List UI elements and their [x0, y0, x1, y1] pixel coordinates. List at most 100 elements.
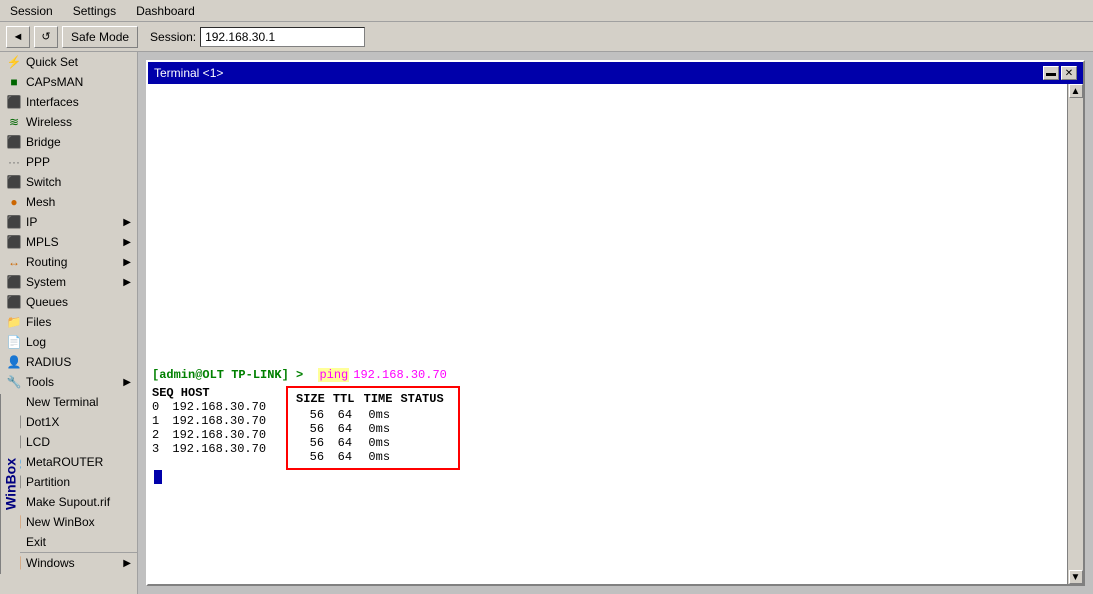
ping-host-0: 192.168.30.70 — [165, 400, 266, 414]
prompt-line: [admin@OLT TP-LINK] > ping 192.168.30.70 — [152, 368, 1063, 382]
ping-command: ping — [318, 368, 349, 382]
sidebar-item-windows[interactable]: 🪟 Windows ▶ — [0, 553, 137, 573]
sidebar-label-ppp: PPP — [26, 155, 50, 169]
ping-host-1: 192.168.30.70 — [165, 414, 266, 428]
sidebar-item-radius[interactable]: 👤 RADIUS — [0, 352, 137, 372]
stat-size-2: 56 — [296, 436, 324, 450]
terminal-body[interactable]: [admin@OLT TP-LINK] > ping 192.168.30.70… — [148, 84, 1067, 584]
ping-seq-header: SEQ HOST — [152, 386, 266, 400]
time-header: TIME — [362, 392, 392, 406]
radius-icon: 👤 — [6, 354, 22, 370]
sidebar-item-mesh[interactable]: ● Mesh — [0, 192, 137, 212]
sidebar-item-interfaces[interactable]: ⬛ Interfaces — [0, 92, 137, 112]
winbox-label: WinBox — [0, 394, 20, 574]
ping-stats-table: SIZE TTL TIME STATUS 56 64 0ms 56 64 0ms… — [286, 386, 460, 470]
sidebar-item-log[interactable]: 📄 Log — [0, 332, 137, 352]
log-icon: 📄 — [6, 334, 22, 350]
session-label: Session: — [150, 30, 196, 44]
windows-arrow: ▶ — [123, 558, 131, 569]
sidebar-item-files[interactable]: 📁 Files — [0, 312, 137, 332]
sidebar-label-wireless: Wireless — [26, 115, 72, 129]
sidebar-item-partition[interactable]: ⬛ Partition — [0, 472, 137, 492]
ping-seq-3: 3 — [152, 442, 159, 456]
scroll-down-button[interactable]: ▼ — [1069, 570, 1083, 584]
sidebar-item-lcd[interactable]: ⬛ LCD — [0, 432, 137, 452]
menu-dashboard[interactable]: Dashboard — [130, 2, 201, 20]
stats-row: 56 64 0ms — [296, 436, 450, 450]
stat-time-2: 0ms — [360, 436, 390, 450]
sidebar-item-routing[interactable]: ↔ Routing ▶ — [0, 252, 137, 272]
sidebar-item-ip[interactable]: ⬛ IP ▶ — [0, 212, 137, 232]
terminal-minimize-button[interactable]: ▬ — [1043, 66, 1059, 80]
sidebar-label-new-terminal: New Terminal — [26, 395, 98, 409]
sidebar-item-make-supout[interactable]: 📂 Make Supout.rif — [0, 492, 137, 512]
ping-seq-0: 0 — [152, 400, 159, 414]
sidebar-item-tools[interactable]: 🔧 Tools ▶ — [0, 372, 137, 392]
back-icon: ◄ — [13, 31, 24, 43]
ip-arrow: ▶ — [123, 217, 131, 228]
sidebar-item-new-winbox[interactable]: 🪟 New WinBox — [0, 512, 137, 532]
switch-icon: ⬛ — [6, 174, 22, 190]
sidebar-label-queues: Queues — [26, 295, 68, 309]
prompt-arrow-space — [307, 368, 314, 382]
sidebar-item-switch[interactable]: ⬛ Switch — [0, 172, 137, 192]
sidebar-item-queues[interactable]: ⬛ Queues — [0, 292, 137, 312]
ttl-header: TTL — [333, 392, 355, 406]
scroll-track[interactable] — [1068, 98, 1083, 570]
system-arrow: ▶ — [123, 277, 131, 288]
content-area: Terminal <1> ▬ ✕ [admin@OLT TP-LINK] > p… — [138, 52, 1093, 594]
terminal-close-button[interactable]: ✕ — [1061, 66, 1077, 80]
queues-icon: ⬛ — [6, 294, 22, 310]
sidebar-item-bridge[interactable]: ⬛ Bridge — [0, 132, 137, 152]
ping-table-area: SEQ HOST 0 192.168.30.701 192.168.30.702… — [152, 386, 1063, 470]
ping-stats-header: SIZE TTL TIME STATUS — [296, 392, 450, 406]
terminal-titlebar: Terminal <1> ▬ ✕ — [148, 62, 1083, 84]
toolbar: ◄ ↺ Safe Mode Session: — [0, 22, 1093, 52]
mesh-icon: ● — [6, 194, 22, 210]
menu-settings[interactable]: Settings — [67, 2, 122, 20]
safe-mode-button[interactable]: Safe Mode — [62, 26, 138, 48]
sidebar-label-partition: Partition — [26, 475, 70, 489]
ping-data-row: 0 192.168.30.70 — [152, 400, 266, 414]
main-layout: ⚡ Quick Set ■ CAPsMAN ⬛ Interfaces ≋ Wir… — [0, 52, 1093, 594]
sidebar-label-log: Log — [26, 335, 46, 349]
sidebar-item-dot1x[interactable]: ⬛ Dot1X — [0, 412, 137, 432]
refresh-button[interactable]: ↺ — [34, 26, 58, 48]
capsman-icon: ■ — [6, 74, 22, 90]
sidebar-item-metarouter[interactable]: 👥 MetaROUTER — [0, 452, 137, 472]
sidebar-item-ppp[interactable]: ··· PPP — [0, 152, 137, 172]
minimize-icon: ▬ — [1046, 68, 1056, 79]
scroll-up-button[interactable]: ▲ — [1069, 84, 1083, 98]
sidebar-item-mpls[interactable]: ⬛ MPLS ▶ — [0, 232, 137, 252]
sidebar-item-new-terminal[interactable]: ▶ New Terminal — [0, 392, 137, 412]
sidebar-label-radius: RADIUS — [26, 355, 71, 369]
wireless-icon: ≋ — [6, 114, 22, 130]
menu-session[interactable]: Session — [4, 2, 59, 20]
sidebar-label-tools: Tools — [26, 375, 54, 389]
ping-data-row: 3 192.168.30.70 — [152, 442, 266, 456]
sidebar-item-wireless[interactable]: ≋ Wireless — [0, 112, 137, 132]
sidebar-item-exit[interactable]: ✖ Exit — [0, 532, 137, 552]
sidebar-label-metarouter: MetaROUTER — [26, 455, 103, 469]
sidebar-item-capsman[interactable]: ■ CAPsMAN — [0, 72, 137, 92]
sidebar-label-mesh: Mesh — [26, 195, 55, 209]
sidebar-label-quick-set: Quick Set — [26, 55, 78, 69]
terminal-content-wrapper: [admin@OLT TP-LINK] > ping 192.168.30.70… — [148, 84, 1083, 584]
ping-seq-2: 2 — [152, 428, 159, 442]
status-header: STATUS — [400, 392, 450, 406]
stat-time-0: 0ms — [360, 408, 390, 422]
tools-arrow: ▶ — [123, 377, 131, 388]
sidebar-label-switch: Switch — [26, 175, 61, 189]
menu-bar: Session Settings Dashboard — [0, 0, 1093, 22]
sidebar-item-quick-set[interactable]: ⚡ Quick Set — [0, 52, 137, 72]
bridge-icon: ⬛ — [6, 134, 22, 150]
back-button[interactable]: ◄ — [6, 26, 30, 48]
interfaces-icon: ⬛ — [6, 94, 22, 110]
stat-time-3: 0ms — [360, 450, 390, 464]
mpls-icon: ⬛ — [6, 234, 22, 250]
session-ip-input[interactable] — [200, 27, 365, 47]
sidebar: ⚡ Quick Set ■ CAPsMAN ⬛ Interfaces ≋ Wir… — [0, 52, 138, 594]
routing-icon: ↔ — [6, 254, 22, 270]
sidebar-item-system[interactable]: ⬛ System ▶ — [0, 272, 137, 292]
quick-set-icon: ⚡ — [6, 54, 22, 70]
